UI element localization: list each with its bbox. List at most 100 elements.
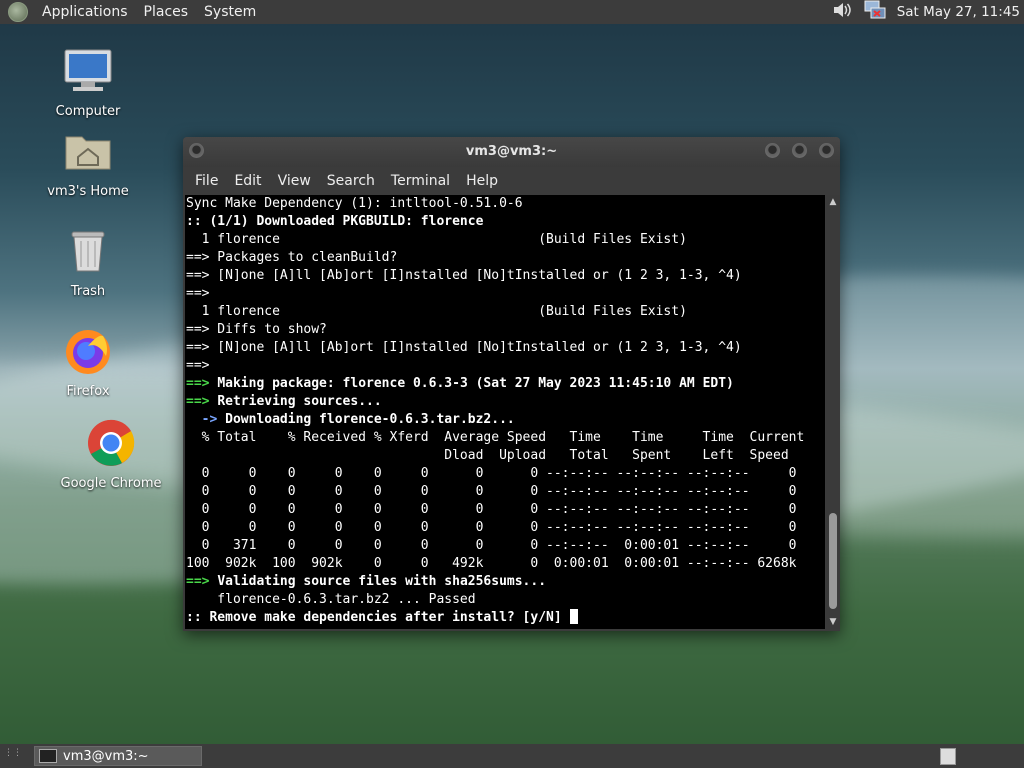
terminal-line-text: 0 371 0 0 0 0 0 0 --:--:-- 0:00:01 --:--… [186,538,797,553]
terminal-line-prefix: ==> [186,574,218,589]
terminal-line-text: ==> [N]one [A]ll [Ab]ort [I]nstalled [No… [186,268,742,283]
terminal-line-text: 0 0 0 0 0 0 0 0 --:--:-- --:--:-- --:--:… [186,502,797,517]
terminal-line: 0 0 0 0 0 0 0 0 --:--:-- --:--:-- --:--:… [186,501,825,519]
terminal-line-text: 0 0 0 0 0 0 0 0 --:--:-- --:--:-- --:--:… [186,484,797,499]
taskbar-item-label: vm3@vm3:~ [63,748,149,764]
desktop-icon-label: Computer [55,104,121,119]
menu-edit[interactable]: Edit [226,173,269,189]
menu-file[interactable]: File [187,173,226,189]
terminal-line-text: 0 0 0 0 0 0 0 0 --:--:-- --:--:-- --:--:… [186,520,797,535]
scroll-down-icon[interactable]: ▼ [826,615,840,629]
terminal-line: 0 0 0 0 0 0 0 0 --:--:-- --:--:-- --:--:… [186,519,825,537]
terminal-line-text: Making package: florence 0.6.3-3 (Sat 27… [217,376,734,391]
desktop-icon-label: Firefox [66,384,110,399]
terminal-line: ==> [N]one [A]ll [Ab]ort [I]nstalled [No… [186,339,825,357]
terminal-cursor [569,609,578,624]
minimize-icon[interactable] [765,143,780,158]
menu-search[interactable]: Search [319,173,383,189]
terminal-line-text: Sync Make Dependency (1): intltool-0.51.… [186,196,523,211]
terminal-line: 1 florence (Build Files Exist) [186,231,825,249]
menu-applications[interactable]: Applications [34,4,136,20]
terminal-line-text: ==> [186,358,210,373]
terminal-window: vm3@vm3:~ File Edit View Search Terminal… [183,137,840,631]
desktop-icon-computer[interactable]: Computer [33,44,143,119]
terminal-line: ==> Retrieving sources... [186,393,825,411]
terminal-line: 1 florence (Build Files Exist) [186,303,825,321]
scrollbar-thumb[interactable] [829,513,837,609]
terminal-line-text: Validating source files with sha256sums.… [217,574,547,589]
close-icon[interactable] [819,143,834,158]
terminal-line: 0 371 0 0 0 0 0 0 --:--:-- 0:00:01 --:--… [186,537,825,555]
terminal-line-text: % Total % Received % Xferd Average Speed… [186,430,805,445]
terminal-icon [39,749,57,763]
terminal-line: ==> [186,357,825,375]
terminal-line-text: Retrieving sources... [217,394,382,409]
desktop-icon-firefox[interactable]: Firefox [33,324,143,399]
terminal-line-text: 1 florence (Build Files Exist) [186,232,687,247]
terminal-line-text: ==> [N]one [A]ll [Ab]ort [I]nstalled [No… [186,340,742,355]
menu-terminal[interactable]: Terminal [383,173,458,189]
terminal-line: :: Remove make dependencies after instal… [186,609,825,627]
chrome-icon [86,418,136,472]
menu-places[interactable]: Places [136,4,197,20]
terminal-line-prefix: ==> [186,376,218,391]
volume-icon[interactable] [831,0,853,24]
terminal-line: ==> Packages to cleanBuild? [186,249,825,267]
desktop-icon-label: Google Chrome [60,476,162,491]
home-folder-icon [64,129,112,177]
terminal-line: % Total % Received % Xferd Average Speed… [186,429,825,447]
terminal-line-text: florence-0.6.3.tar.bz2 ... Passed [186,592,476,607]
terminal-line: ==> [N]one [A]ll [Ab]ort [I]nstalled [No… [186,267,825,285]
terminal-line: florence-0.6.3.tar.bz2 ... Passed [186,591,825,609]
top-panel: Applications Places System Sat May 27, 1… [0,0,1024,24]
terminal-line-text: 100 902k 100 902k 0 0 492k 0 0:00:01 0:0… [186,556,797,571]
firefox-icon [63,326,113,380]
terminal-line: 0 0 0 0 0 0 0 0 --:--:-- --:--:-- --:--:… [186,465,825,483]
terminal-line-text: Dload Upload Total Spent Left Speed [186,448,789,463]
terminal-line: ==> Diffs to show? [186,321,825,339]
terminal-line-prefix: -> [186,412,226,427]
terminal-line-prefix: ==> [186,394,218,409]
workspace-switcher-icon[interactable] [940,748,956,765]
terminal-line-text: Downloading florence-0.6.3.tar.bz2... [225,412,515,427]
desktop-icon-chrome[interactable]: Google Chrome [56,416,166,491]
terminal-line-text: :: Remove make dependencies after instal… [186,610,570,625]
network-icon[interactable] [863,0,887,25]
terminal-line: ==> [186,285,825,303]
terminal-line-text: 1 florence (Build Files Exist) [186,304,687,319]
terminal-output[interactable]: Sync Make Dependency (1): intltool-0.51.… [185,195,825,629]
clock[interactable]: Sat May 27, 11:45 [897,4,1020,20]
desktop-icon-label: Trash [70,284,106,299]
scroll-up-icon[interactable]: ▲ [826,195,840,209]
terminal-line: ==> Making package: florence 0.6.3-3 (Sa… [186,375,825,393]
bottom-panel: ⋮⋮ vm3@vm3:~ [0,744,1024,768]
terminal-line: Dload Upload Total Spent Left Speed [186,447,825,465]
maximize-icon[interactable] [792,143,807,158]
terminal-line: :: (1/1) Downloaded PKGBUILD: florence [186,213,825,231]
menu-help[interactable]: Help [458,173,506,189]
terminal-text: Sync Make Dependency (1): intltool-0.51.… [185,195,825,627]
terminal-menubar: File Edit View Search Terminal Help [183,167,840,195]
distro-logo-icon[interactable] [8,2,28,22]
taskbar-item-terminal[interactable]: vm3@vm3:~ [34,746,202,766]
desktop-icon-trash[interactable]: Trash [33,224,143,299]
terminal-line: ==> Validating source files with sha256s… [186,573,825,591]
terminal-line: 0 0 0 0 0 0 0 0 --:--:-- --:--:-- --:--:… [186,483,825,501]
desktop-icon-label: vm3's Home [47,184,129,199]
terminal-scrollbar[interactable]: ▲ ▼ [826,195,840,629]
terminal-line-text: :: (1/1) Downloaded PKGBUILD: florence [186,214,484,229]
menu-system[interactable]: System [196,4,264,20]
trash-icon [68,228,108,278]
panel-handle-icon[interactable]: ⋮⋮ [4,748,24,764]
window-titlebar[interactable]: vm3@vm3:~ [183,137,840,167]
terminal-line: Sync Make Dependency (1): intltool-0.51.… [186,195,825,213]
computer-icon [63,48,113,98]
window-title: vm3@vm3:~ [465,144,558,159]
terminal-line-text: 0 0 0 0 0 0 0 0 --:--:-- --:--:-- --:--:… [186,466,797,481]
terminal-line-text: ==> [186,286,210,301]
terminal-line: -> Downloading florence-0.6.3.tar.bz2... [186,411,825,429]
desktop-icon-home[interactable]: vm3's Home [33,124,143,199]
terminal-line-text: ==> Diffs to show? [186,322,327,337]
menu-view[interactable]: View [270,173,319,189]
terminal-line-text: ==> Packages to cleanBuild? [186,250,398,265]
